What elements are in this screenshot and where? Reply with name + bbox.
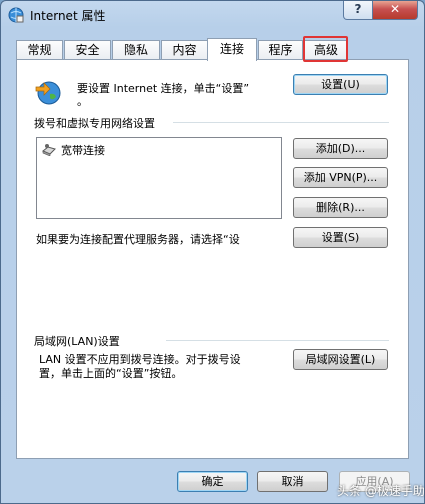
setup-description: 要设置 Internet 连接，单击“设置” xyxy=(77,82,250,95)
lan-settings-button[interactable]: 局域网设置(L) xyxy=(293,349,388,370)
close-button[interactable]: ✕ xyxy=(372,1,418,20)
tab-programs[interactable]: 程序 xyxy=(258,40,303,60)
lan-heading: 局域网(LAN)设置 xyxy=(34,335,120,348)
title-bar[interactable]: Internet 属性 ? ✕ xyxy=(1,1,424,29)
connections-list[interactable]: 宽带连接 xyxy=(36,137,282,219)
setup-description-cont: 。 xyxy=(77,95,88,108)
watermark: 头条 @极速手助 xyxy=(337,484,425,498)
tab-connections[interactable]: 连接 xyxy=(207,38,257,61)
cancel-button[interactable]: 取消 xyxy=(257,471,328,492)
add-connection-button[interactable]: 添加(D)... xyxy=(293,138,388,159)
broadband-connection-icon xyxy=(42,144,56,156)
advanced-tab-highlight xyxy=(303,36,348,62)
lan-divider xyxy=(166,340,389,341)
proxy-description: 如果要为连接配置代理服务器，请选择“设 xyxy=(36,233,240,246)
internet-properties-window: Internet 属性 ? ✕ 常规 安全 隐私 内容 连接 程序 高级 要设置… xyxy=(0,0,425,504)
add-vpn-button[interactable]: 添加 VPN(P)... xyxy=(293,167,388,188)
network-globe-icon xyxy=(35,81,61,105)
list-item-label: 宽带连接 xyxy=(61,144,105,157)
internet-options-icon xyxy=(8,7,24,23)
tab-general[interactable]: 常规 xyxy=(16,40,63,60)
ok-button[interactable]: 确定 xyxy=(177,471,248,492)
dialup-divider xyxy=(173,122,389,123)
help-button[interactable]: ? xyxy=(343,1,373,20)
dialup-heading: 拨号和虚拟专用网络设置 xyxy=(34,117,155,130)
setup-button[interactable]: 设置(U) xyxy=(293,74,388,95)
remove-connection-button[interactable]: 删除(R)... xyxy=(293,197,388,218)
lan-description-cont: 置，单击上面的“设置”按钮。 xyxy=(39,367,183,380)
tab-privacy[interactable]: 隐私 xyxy=(112,40,160,60)
tab-security[interactable]: 安全 xyxy=(64,40,111,60)
tab-strip: 常规 安全 隐私 内容 连接 程序 高级 xyxy=(16,38,416,61)
tab-content[interactable]: 内容 xyxy=(161,40,208,60)
window-title: Internet 属性 xyxy=(30,9,106,23)
connection-settings-button[interactable]: 设置(S) xyxy=(293,227,388,248)
